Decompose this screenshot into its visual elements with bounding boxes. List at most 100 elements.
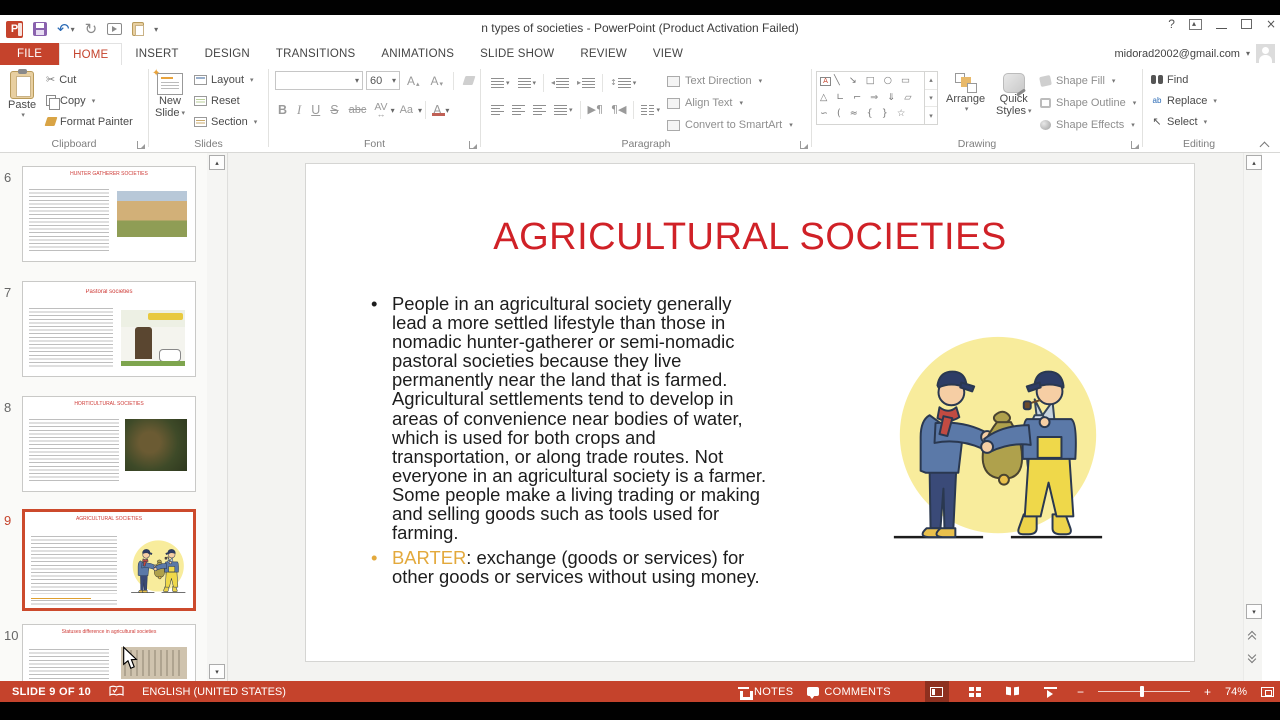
format-painter-button[interactable]: Format Painter xyxy=(44,111,133,132)
section-button[interactable]: Section ▾ xyxy=(194,111,257,132)
tab-animations[interactable]: ANIMATIONS xyxy=(368,43,467,65)
zoom-out-button[interactable]: − xyxy=(1077,686,1084,698)
rtl-direction-button[interactable]: ¶◀ xyxy=(607,103,630,116)
align-left-button[interactable] xyxy=(487,99,508,120)
zoom-in-button[interactable]: + xyxy=(1204,686,1211,698)
shapes-more-icon[interactable]: ▾ xyxy=(925,107,937,124)
font-dialog-launcher[interactable] xyxy=(469,141,477,149)
slide-7-thumbnail[interactable]: Pastoral societies xyxy=(22,281,196,377)
reading-view-button[interactable] xyxy=(1001,681,1025,702)
bold-button[interactable]: B xyxy=(273,103,292,117)
line-spacing-button[interactable]: ↕ ▾ xyxy=(606,72,640,93)
tab-transitions[interactable]: TRANSITIONS xyxy=(263,43,369,65)
restore-button[interactable] xyxy=(1240,17,1255,29)
shapes-scroll-down-icon[interactable]: ▾ xyxy=(925,90,937,108)
change-case-button[interactable]: Aa xyxy=(395,104,418,116)
tab-view[interactable]: VIEW xyxy=(640,43,696,65)
drawing-dialog-launcher[interactable] xyxy=(1131,141,1139,149)
shadow-button[interactable]: abc xyxy=(344,104,372,116)
font-color-caret-icon[interactable]: ▾ xyxy=(445,106,449,115)
slide-body-text[interactable]: • People in an agricultural society gene… xyxy=(368,294,846,586)
comments-button[interactable]: COMMENTS xyxy=(807,686,891,699)
tab-design[interactable]: DESIGN xyxy=(192,43,263,65)
slide-title[interactable]: AGRICULTURAL SOCIETIES xyxy=(306,216,1194,259)
grow-font-button[interactable]: A ▴ xyxy=(403,74,424,88)
zoom-level[interactable]: 74% xyxy=(1225,686,1247,698)
canvas-scroll-up-button[interactable]: ▴ xyxy=(1246,155,1262,170)
slide-indicator[interactable]: SLIDE 9 OF 10 xyxy=(12,686,91,698)
quick-styles-button[interactable]: Quick Styles ▾ xyxy=(996,69,1031,117)
columns-button[interactable]: ▾ xyxy=(637,99,664,120)
tab-file[interactable]: FILE xyxy=(0,43,60,65)
font-size-combo[interactable]: 60 ▾ xyxy=(366,71,400,90)
decrease-indent-button[interactable]: ◂ xyxy=(547,72,573,93)
language-indicator[interactable]: ENGLISH (UNITED STATES) xyxy=(142,686,286,698)
shapes-row-3[interactable]: ∽ ( ≈ { } ☆ xyxy=(820,108,921,119)
spell-check-icon[interactable] xyxy=(109,685,124,698)
increase-indent-button[interactable]: ▸ xyxy=(573,72,599,93)
canvas-vertical-scrollbar[interactable]: ▴ ▾ xyxy=(1243,153,1262,681)
shrink-font-button[interactable]: A ▾ xyxy=(427,74,448,88)
align-center-button[interactable] xyxy=(508,99,529,120)
paragraph-dialog-launcher[interactable] xyxy=(800,141,808,149)
replace-button[interactable]: ab Replace ▾ xyxy=(1151,90,1217,111)
previous-slide-button[interactable] xyxy=(1247,630,1258,644)
tab-slideshow[interactable]: SLIDE SHOW xyxy=(467,43,567,65)
shape-fill-button[interactable]: Shape Fill ▾ xyxy=(1039,71,1136,91)
next-slide-button[interactable] xyxy=(1247,650,1258,664)
reset-button[interactable]: Reset xyxy=(194,90,257,111)
close-button[interactable]: × xyxy=(1266,18,1276,30)
text-box-shape-icon[interactable]: A xyxy=(820,76,831,86)
notes-button[interactable]: NOTES xyxy=(737,686,793,700)
thumbnail-scroll-up-button[interactable]: ▴ xyxy=(209,155,225,170)
normal-view-button[interactable] xyxy=(924,681,949,702)
shape-effects-button[interactable]: Shape Effects ▾ xyxy=(1040,115,1136,135)
barter-illustration[interactable] xyxy=(878,320,1116,558)
shapes-gallery-scrollbar[interactable]: ▴ ▾ ▾ xyxy=(924,72,937,124)
slideshow-view-button[interactable] xyxy=(1039,681,1063,702)
slide-9-thumbnail-selected[interactable]: AGRICULTURAL SOCIETIES xyxy=(22,509,196,611)
new-slide-button[interactable]: ✦ New Slide ▾ xyxy=(152,68,185,119)
account-info[interactable]: midorad2002@gmail.com ▾ xyxy=(1114,44,1275,63)
zoom-slider[interactable] xyxy=(1097,686,1190,697)
shape-outline-button[interactable]: Shape Outline ▾ xyxy=(1040,93,1136,113)
strikethrough-button[interactable]: S xyxy=(325,103,343,117)
font-name-combo[interactable]: ▾ xyxy=(275,71,363,90)
find-button[interactable]: Find xyxy=(1151,69,1217,90)
slide-6-thumbnail[interactable]: HUNTER GATHERER SOCIETIES xyxy=(22,166,196,262)
tab-home[interactable]: HOME xyxy=(59,43,123,65)
italic-button[interactable]: I xyxy=(292,103,306,118)
tab-insert[interactable]: INSERT xyxy=(122,43,191,65)
fit-slide-to-window-button[interactable] xyxy=(1261,686,1274,697)
shapes-gallery[interactable]: A ╲ ↘ □ ○ ▭ △ ∟ ⌐ ⇒ ⇓ ▱ ∽ ( ≈ { } ☆ ▴ ▾ ▾ xyxy=(816,71,938,125)
help-button[interactable]: ? xyxy=(1168,18,1175,30)
numbering-button[interactable]: ▾ xyxy=(514,72,541,93)
copy-button[interactable]: Copy ▾ xyxy=(46,90,133,111)
slide-8-thumbnail[interactable]: HORTICULTURAL SOCIETIES xyxy=(22,396,196,492)
cut-button[interactable]: ✂ Cut xyxy=(46,69,133,90)
clipboard-dialog-launcher[interactable] xyxy=(137,141,145,149)
slide-editing-surface[interactable]: AGRICULTURAL SOCIETIES • People in an ag… xyxy=(305,163,1195,662)
clear-formatting-button[interactable] xyxy=(460,76,478,85)
collapse-ribbon-button[interactable] xyxy=(1260,142,1270,148)
convert-smartart-button[interactable]: Convert to SmartArt ▾ xyxy=(667,115,793,135)
font-color-button[interactable]: A xyxy=(429,103,446,117)
shapes-row-2[interactable]: △ ∟ ⌐ ⇒ ⇓ ▱ xyxy=(820,92,921,103)
tab-review[interactable]: REVIEW xyxy=(567,43,640,65)
paste-button[interactable]: Paste ▾ xyxy=(8,69,36,119)
arrange-button[interactable]: Arrange ▾ xyxy=(946,69,985,113)
minimize-button[interactable] xyxy=(1215,27,1227,29)
case-caret-icon[interactable]: ▾ xyxy=(418,106,422,115)
underline-button[interactable]: U xyxy=(306,103,325,117)
avatar[interactable] xyxy=(1256,44,1275,63)
text-direction-button[interactable]: Text Direction ▾ xyxy=(667,71,793,91)
slide-10-thumbnail[interactable]: Statuses difference in agricultural soci… xyxy=(22,624,196,681)
shapes-scroll-up-icon[interactable]: ▴ xyxy=(925,72,937,90)
bullets-button[interactable]: ▾ xyxy=(487,72,514,93)
layout-button[interactable]: Layout ▾ xyxy=(194,69,257,90)
thumbnail-scroll-down-button[interactable]: ▾ xyxy=(209,664,225,679)
align-text-button[interactable]: Align Text ▾ xyxy=(667,93,793,113)
select-button[interactable]: ↖ Select ▾ xyxy=(1151,111,1217,132)
canvas-scroll-down-button[interactable]: ▾ xyxy=(1246,604,1262,619)
zoom-slider-thumb[interactable] xyxy=(1139,686,1144,697)
